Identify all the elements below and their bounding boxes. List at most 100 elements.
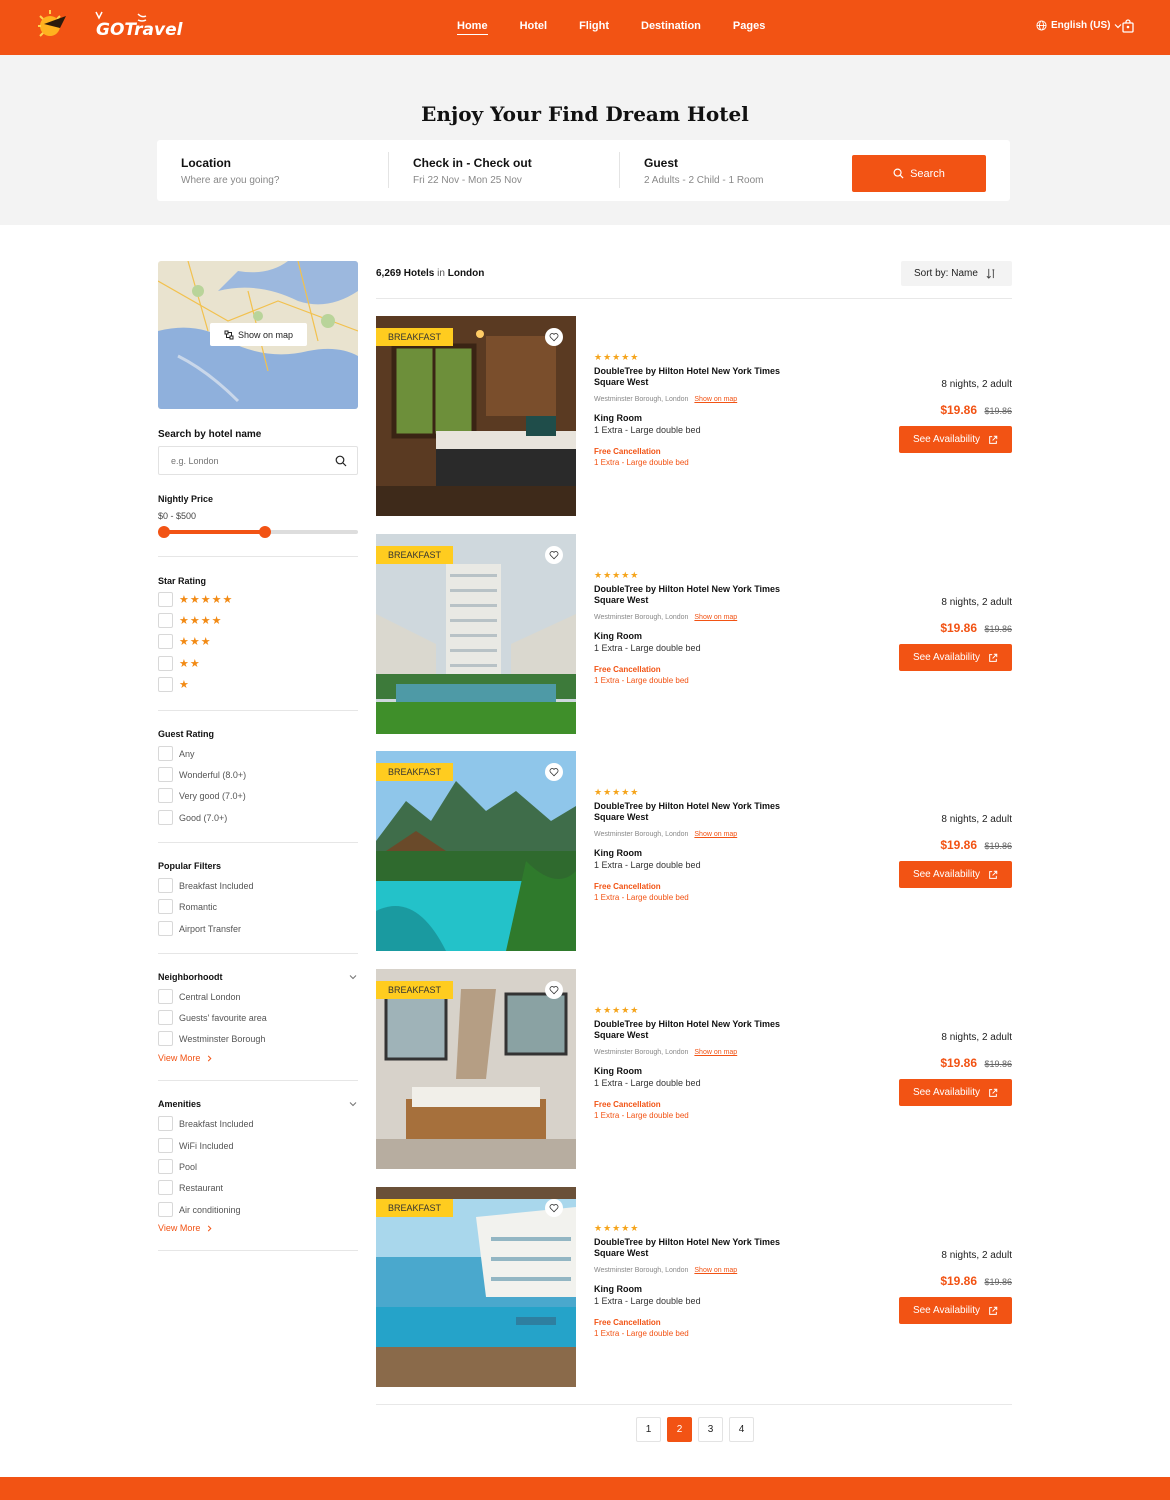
show-on-map-button[interactable]: Show on map <box>210 323 307 346</box>
logo[interactable]: GOTravel <box>36 8 182 46</box>
see-availability-button[interactable]: See Availability <box>899 1079 1012 1106</box>
neighborhood-option[interactable]: Westminster Borough <box>158 1031 265 1046</box>
page-button-2[interactable]: 2 <box>667 1417 692 1442</box>
nav-flight[interactable]: Flight <box>579 20 609 35</box>
guest-field[interactable]: Guest 2 Adults - 2 Child - 1 Room <box>644 156 764 186</box>
amenity-option[interactable]: Air conditioning <box>158 1202 241 1217</box>
hotel-image[interactable]: BREAKFAST <box>376 1187 576 1387</box>
checkbox[interactable] <box>158 767 173 782</box>
amenity-option[interactable]: WiFi Included <box>158 1138 234 1153</box>
checkbox[interactable] <box>158 810 173 825</box>
hotel-search-field[interactable] <box>158 446 358 475</box>
page-button-3[interactable]: 3 <box>698 1417 723 1442</box>
checkbox[interactable] <box>158 899 173 914</box>
language-selector[interactable]: English (US) <box>1036 20 1122 31</box>
popular-filter-option[interactable]: Airport Transfer <box>158 921 241 936</box>
star-filter-2[interactable]: ★★ <box>158 656 201 671</box>
hotel-image[interactable]: BREAKFAST <box>376 316 576 516</box>
favorite-button[interactable] <box>545 328 563 346</box>
hotel-image[interactable]: BREAKFAST <box>376 534 576 734</box>
nav-destination[interactable]: Destination <box>641 20 701 35</box>
price-slider[interactable] <box>158 526 358 538</box>
checkbox[interactable] <box>158 1159 173 1174</box>
checkbox[interactable] <box>158 634 173 649</box>
checkbox[interactable] <box>158 656 173 671</box>
guest-rating-option[interactable]: Any <box>158 746 195 761</box>
amenities-view-more[interactable]: View More <box>158 1223 213 1233</box>
dates-value[interactable]: Fri 22 Nov - Mon 25 Nov <box>413 175 532 186</box>
favorite-button[interactable] <box>545 1199 563 1217</box>
checkbox[interactable] <box>158 989 173 1004</box>
price-slider-min-handle[interactable] <box>158 526 170 538</box>
hotel-card[interactable]: BREAKFAST ★★★★★ DoubleTree by Hilton Hot… <box>376 1187 1012 1387</box>
checkbox[interactable] <box>158 1138 173 1153</box>
nav-home[interactable]: Home <box>457 20 488 35</box>
price-slider-max-handle[interactable] <box>258 526 271 538</box>
neighborhood-option[interactable]: Central London <box>158 989 241 1004</box>
hotel-name[interactable]: DoubleTree by Hilton Hotel New York Time… <box>594 584 794 606</box>
hotel-card[interactable]: BREAKFAST ★★★★★ DoubleTree by Hilton Hot… <box>376 316 1012 516</box>
neighborhood-option[interactable]: Guests' favourite area <box>158 1010 267 1025</box>
nav-hotel[interactable]: Hotel <box>520 20 548 35</box>
checkbox[interactable] <box>158 1180 173 1195</box>
search-button[interactable]: Search <box>852 155 986 192</box>
hotel-name[interactable]: DoubleTree by Hilton Hotel New York Time… <box>594 366 794 388</box>
favorite-button[interactable] <box>545 546 563 564</box>
hotel-name[interactable]: DoubleTree by Hilton Hotel New York Time… <box>594 1237 794 1259</box>
hotel-card[interactable]: BREAKFAST ★★★★★ DoubleTree by Hilton Hot… <box>376 534 1012 734</box>
show-on-map-link[interactable]: Show on map <box>694 831 737 838</box>
guest-rating-option[interactable]: Wonderful (8.0+) <box>158 767 246 782</box>
hotel-image[interactable]: BREAKFAST <box>376 969 576 1169</box>
checkbox[interactable] <box>158 1116 173 1131</box>
star-filter-4[interactable]: ★★★★ <box>158 613 222 628</box>
checkbox[interactable] <box>158 878 173 893</box>
checkbox[interactable] <box>158 613 173 628</box>
checkbox[interactable] <box>158 592 173 607</box>
chevron-down-icon[interactable] <box>348 972 358 982</box>
hotel-name[interactable]: DoubleTree by Hilton Hotel New York Time… <box>594 1019 794 1041</box>
guest-value[interactable]: 2 Adults - 2 Child - 1 Room <box>644 175 764 186</box>
checkbox[interactable] <box>158 1031 173 1046</box>
hotel-card[interactable]: BREAKFAST ★★★★★ DoubleTree by Hilton Hot… <box>376 969 1012 1169</box>
checkbox[interactable] <box>158 1010 173 1025</box>
star-filter-5[interactable]: ★★★★★ <box>158 592 233 607</box>
see-availability-button[interactable]: See Availability <box>899 426 1012 453</box>
star-filter-1[interactable]: ★ <box>158 677 190 692</box>
neighborhood-view-more[interactable]: View More <box>158 1053 213 1063</box>
guest-rating-option[interactable]: Very good (7.0+) <box>158 788 246 803</box>
hotel-card[interactable]: BREAKFAST ★★★★★ DoubleTree by Hilton Hot… <box>376 751 1012 951</box>
dates-field[interactable]: Check in - Check out Fri 22 Nov - Mon 25… <box>413 156 532 186</box>
nav-pages[interactable]: Pages <box>733 20 765 35</box>
star-filter-3[interactable]: ★★★ <box>158 634 212 649</box>
checkbox[interactable] <box>158 788 173 803</box>
chevron-down-icon[interactable] <box>348 1099 358 1109</box>
map-preview[interactable]: Show on map <box>158 261 358 409</box>
amenity-option[interactable]: Breakfast Included <box>158 1116 254 1131</box>
hotel-search-input[interactable] <box>171 456 321 466</box>
show-on-map-link[interactable]: Show on map <box>694 614 737 621</box>
see-availability-button[interactable]: See Availability <box>899 644 1012 671</box>
amenity-option[interactable]: Restaurant <box>158 1180 223 1195</box>
guest-rating-option[interactable]: Good (7.0+) <box>158 810 227 825</box>
location-field[interactable]: Location Where are you going? <box>181 156 279 186</box>
popular-filter-option[interactable]: Breakfast Included <box>158 878 254 893</box>
popular-filter-option[interactable]: Romantic <box>158 899 217 914</box>
favorite-button[interactable] <box>545 981 563 999</box>
sort-dropdown[interactable]: Sort by: Name <box>901 261 1012 286</box>
search-icon[interactable] <box>335 455 347 467</box>
page-button-1[interactable]: 1 <box>636 1417 661 1442</box>
checkbox[interactable] <box>158 677 173 692</box>
checkbox[interactable] <box>158 1202 173 1217</box>
see-availability-button[interactable]: See Availability <box>899 861 1012 888</box>
hotel-image[interactable]: BREAKFAST <box>376 751 576 951</box>
checkbox[interactable] <box>158 746 173 761</box>
show-on-map-link[interactable]: Show on map <box>694 1049 737 1056</box>
show-on-map-link[interactable]: Show on map <box>694 396 737 403</box>
checkbox[interactable] <box>158 921 173 936</box>
location-input[interactable]: Where are you going? <box>181 175 279 186</box>
hotel-name[interactable]: DoubleTree by Hilton Hotel New York Time… <box>594 801 794 823</box>
favorite-button[interactable] <box>545 763 563 781</box>
page-button-4[interactable]: 4 <box>729 1417 754 1442</box>
see-availability-button[interactable]: See Availability <box>899 1297 1012 1324</box>
show-on-map-link[interactable]: Show on map <box>694 1267 737 1274</box>
